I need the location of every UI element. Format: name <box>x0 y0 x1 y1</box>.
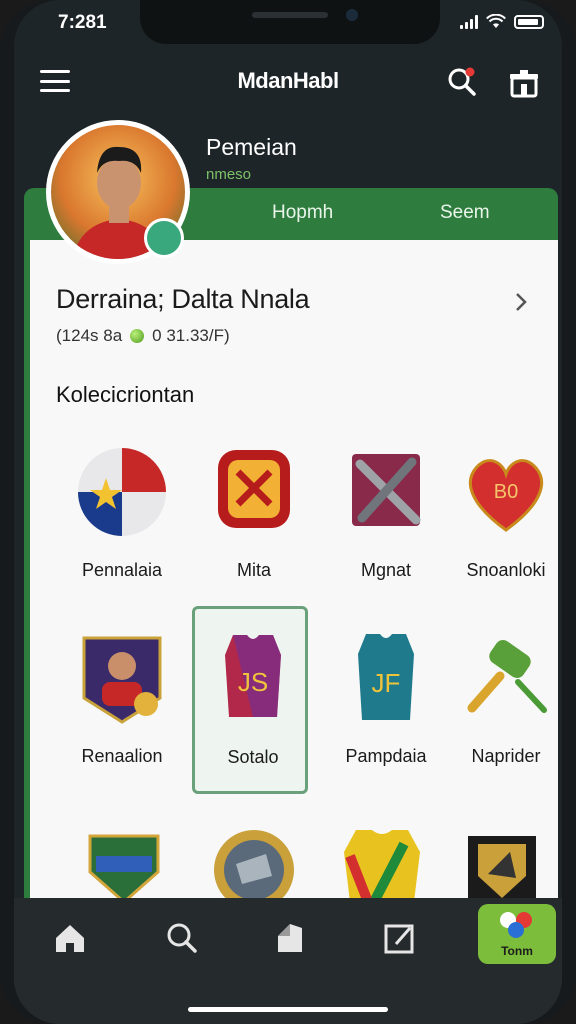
tab-hopmh[interactable]: Hopmh <box>272 202 333 224</box>
item-label: Mita <box>236 560 271 580</box>
home-indicator[interactable] <box>188 1007 388 1012</box>
home-icon[interactable] <box>50 918 90 958</box>
collection-item[interactable]: Mita <box>196 442 312 622</box>
status-time: 7:281 <box>58 12 107 33</box>
verified-badge-icon <box>144 218 184 258</box>
status-bar: 7:281 <box>14 0 562 44</box>
battery-icon <box>514 14 544 29</box>
edit-icon[interactable] <box>380 918 420 958</box>
search-icon[interactable] <box>446 66 478 98</box>
item-label: Mgnat <box>360 560 412 580</box>
document-icon[interactable] <box>270 918 310 958</box>
svg-text:JS: JS <box>238 667 268 697</box>
chevron-right-icon[interactable] <box>512 290 530 314</box>
trophy-hammer-icon <box>467 640 547 713</box>
wifi-icon <box>486 14 506 28</box>
stats-value: 0 31.33/F) <box>152 326 230 345</box>
signal-icon <box>460 14 478 29</box>
phone-frame: 7:281 MdanHabl Hopmh Seem Pemeian nmeso … <box>0 0 576 1024</box>
item-label: Pennalaia <box>81 560 163 580</box>
item-label: Renaalion <box>81 746 163 766</box>
crossed-hammer-icon <box>352 454 421 526</box>
shield-badge-icon <box>468 836 536 900</box>
collection-item[interactable]: JF Pampdaia <box>328 628 444 808</box>
jersey-icon: JF <box>358 634 414 720</box>
tab-seem[interactable]: Seem <box>440 202 490 224</box>
svg-text:JF: JF <box>372 668 401 698</box>
gem-icon <box>130 329 145 343</box>
collection-item[interactable]: Naprider <box>448 628 562 808</box>
item-label: Snoanloki <box>466 560 546 580</box>
profile-name: Pemeian <box>206 134 297 160</box>
emblem-icon <box>214 830 294 902</box>
stats-prefix: (124s 8a <box>56 326 123 345</box>
heart-badge-icon: B0 <box>468 459 544 532</box>
shop-icon[interactable] <box>508 68 540 98</box>
collection-item-selected[interactable]: JS Sotalo <box>192 606 308 794</box>
app-title: MdanHabl <box>237 68 339 93</box>
status-icons <box>460 14 544 29</box>
item-label: Naprider <box>471 746 541 766</box>
player-card-icon <box>82 636 162 724</box>
screen: 7:281 MdanHabl Hopmh Seem Pemeian nmeso … <box>14 0 562 1024</box>
profile-card: Derraina; Dalta Nnala (124s 8a 0 31.33/F… <box>24 240 558 920</box>
soccer-ball-icon <box>78 448 166 536</box>
collection-item[interactable]: Mgnat <box>328 442 444 622</box>
nav-team-label: Tonm <box>501 944 533 958</box>
profile-subtitle: nmeso <box>206 166 252 183</box>
jersey-icon: JS <box>225 635 281 717</box>
item-label: Sotalo <box>227 747 279 767</box>
item-label: Pampdaia <box>345 746 427 766</box>
search-icon[interactable] <box>162 918 202 958</box>
card-title: Derraina; Dalta Nnala <box>56 284 310 314</box>
card-stats: (124s 8a 0 31.33/F) <box>56 326 230 346</box>
team-icon <box>500 912 532 938</box>
shield-crest-icon <box>88 834 160 902</box>
collection-item[interactable]: Pennalaia <box>64 442 180 622</box>
collection-item[interactable]: Renaalion <box>64 628 180 808</box>
app-bar: MdanHabl <box>14 58 562 106</box>
collection-title: Kolecicriontan <box>56 382 195 407</box>
shield-emblem-icon <box>218 450 290 528</box>
bottom-nav: Tonm <box>14 898 562 1024</box>
nav-team-button[interactable]: Tonm <box>478 904 556 964</box>
svg-text:B0: B0 <box>494 481 518 503</box>
jersey-icon <box>344 830 420 902</box>
collection-item[interactable]: B0 Snoanloki <box>448 442 562 622</box>
